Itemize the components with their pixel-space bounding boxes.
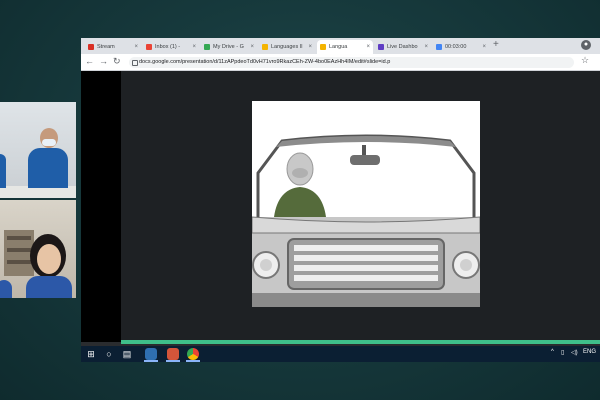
slide[interactable] bbox=[252, 101, 480, 307]
tab-label: My Drive - G bbox=[213, 44, 244, 50]
tab-close-icon[interactable]: × bbox=[366, 40, 370, 54]
browser-tab[interactable]: 00:03:00 × bbox=[433, 40, 489, 54]
participant-video-tile-2 bbox=[0, 200, 76, 298]
tab-label: Langua bbox=[329, 44, 348, 50]
forward-icon[interactable]: → bbox=[99, 56, 108, 66]
tab-favicon-icon bbox=[262, 44, 268, 50]
active-app-indicator bbox=[166, 360, 180, 362]
bookmark-star-icon[interactable]: ☆ bbox=[581, 55, 589, 66]
tab-close-icon[interactable]: × bbox=[192, 40, 196, 54]
windows-taskbar: ⊞ ○ ▤ ^ ▯ ◁) ENG bbox=[81, 346, 600, 362]
tab-favicon-icon bbox=[146, 44, 152, 50]
tab-label: Stream bbox=[97, 44, 115, 50]
tab-close-icon[interactable]: × bbox=[482, 40, 486, 54]
rearview-mirror bbox=[350, 155, 380, 165]
browser-tab[interactable]: Live Dashbo × bbox=[375, 40, 431, 54]
url-text: docs.google.com/presentation/d/11zAPpdeo… bbox=[139, 59, 391, 65]
active-app-indicator bbox=[186, 360, 200, 362]
tab-close-icon[interactable]: × bbox=[134, 40, 138, 54]
tab-close-icon[interactable]: × bbox=[308, 40, 312, 54]
media-app-icon[interactable] bbox=[167, 348, 179, 360]
task-view-icon[interactable]: ▤ bbox=[121, 348, 133, 360]
browser-tab[interactable]: Inbox (1) - × bbox=[143, 40, 199, 54]
back-icon[interactable]: ← bbox=[85, 56, 94, 66]
active-app-indicator bbox=[144, 360, 158, 362]
browser-tab[interactable]: My Drive - G × bbox=[201, 40, 257, 54]
grille-bar bbox=[294, 245, 438, 251]
face-mask bbox=[42, 139, 56, 146]
tab-label: 00:03:00 bbox=[445, 44, 467, 50]
reload-icon[interactable]: ↻ bbox=[113, 56, 121, 67]
mirror-stem bbox=[362, 145, 366, 155]
chrome-icon[interactable] bbox=[187, 348, 199, 360]
participant-body bbox=[28, 148, 68, 188]
participant-body-partial bbox=[0, 154, 6, 188]
tab-favicon-icon bbox=[436, 44, 442, 50]
tab-favicon-icon bbox=[88, 44, 94, 50]
tab-favicon-icon bbox=[378, 44, 384, 50]
address-bar[interactable]: docs.google.com/presentation/d/11zAPpdeo… bbox=[129, 57, 574, 68]
tab-label: Inbox (1) - bbox=[155, 44, 181, 50]
tab-label: Live Dashbo bbox=[387, 44, 418, 50]
language-indicator[interactable]: ENG bbox=[583, 349, 596, 355]
new-tab-button[interactable]: + bbox=[493, 39, 499, 50]
presentation-left-bar bbox=[81, 71, 121, 342]
file-explorer-icon[interactable] bbox=[145, 348, 157, 360]
bumper bbox=[252, 293, 480, 307]
tray-arrow-icon[interactable]: ^ bbox=[551, 349, 554, 355]
browser-tab[interactable]: Langua × bbox=[317, 40, 373, 54]
grille-bar bbox=[294, 265, 438, 271]
tab-label: Languages Il bbox=[271, 44, 303, 50]
lock-icon bbox=[132, 60, 138, 66]
volume-icon[interactable]: ◁) bbox=[571, 349, 578, 356]
tab-close-icon[interactable]: × bbox=[424, 40, 428, 54]
tab-favicon-icon bbox=[204, 44, 210, 50]
tab-close-icon[interactable]: × bbox=[250, 40, 254, 54]
network-icon[interactable]: ▯ bbox=[561, 349, 564, 356]
browser-tab[interactable]: Languages Il × bbox=[259, 40, 315, 54]
tab-favicon-icon bbox=[320, 44, 326, 50]
tab-bar: Stream × Inbox (1) - × My Drive - G × Languag… bbox=[81, 38, 600, 54]
search-icon[interactable]: ○ bbox=[103, 348, 115, 360]
window-control-icon[interactable]: ● bbox=[581, 40, 591, 50]
car-illustration bbox=[252, 101, 480, 307]
browser-window: Stream × Inbox (1) - × My Drive - G × Languag… bbox=[81, 38, 600, 346]
presentation-progress-bar bbox=[121, 340, 600, 344]
browser-tab[interactable]: Stream × bbox=[85, 40, 141, 54]
presentation-stage bbox=[81, 71, 600, 342]
participant-face bbox=[37, 244, 61, 274]
grille-bar bbox=[294, 255, 438, 261]
browser-toolbar: ← → ↻ docs.google.com/presentation/d/11z… bbox=[81, 54, 600, 71]
participant-video-tile-1 bbox=[0, 102, 76, 198]
participant-body bbox=[26, 276, 72, 298]
start-icon[interactable]: ⊞ bbox=[85, 348, 97, 360]
participant-body-partial bbox=[0, 280, 12, 298]
grille-bar bbox=[294, 275, 438, 281]
